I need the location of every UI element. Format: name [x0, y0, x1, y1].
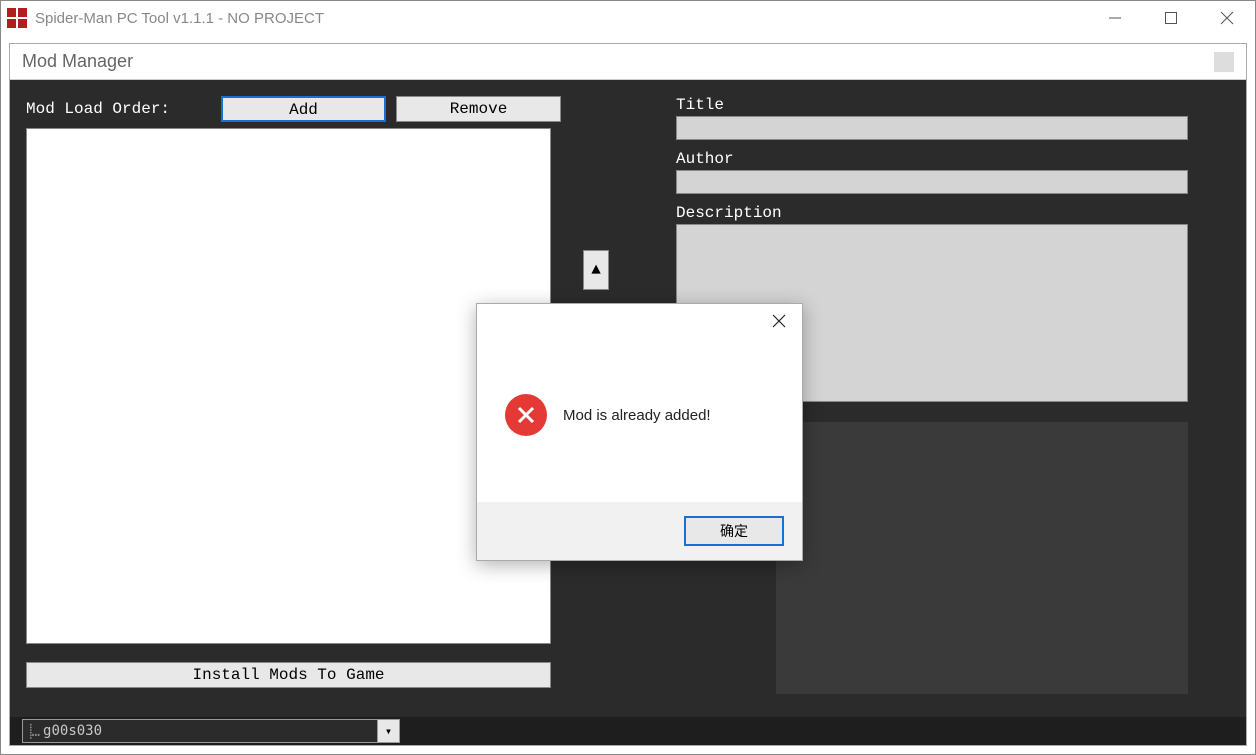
- preview-box: [776, 422, 1188, 694]
- app-icon: [7, 8, 27, 28]
- mod-list[interactable]: [26, 128, 551, 644]
- author-input[interactable]: [676, 170, 1188, 194]
- move-up-button[interactable]: ▲: [583, 250, 609, 290]
- dialog-message: Mod is already added!: [563, 407, 711, 424]
- inner-titlebar: Mod Manager: [10, 44, 1246, 80]
- dialog-close-button[interactable]: [766, 308, 792, 334]
- asset-dropdown[interactable]: ⸽… g00s030 ▾: [22, 719, 400, 743]
- tree-glyph-icon: ⸽…: [29, 722, 39, 741]
- description-label: Description: [676, 204, 1230, 222]
- titlebar: Spider-Man PC Tool v1.1.1 - NO PROJECT: [1, 1, 1255, 35]
- add-button[interactable]: Add: [221, 96, 386, 122]
- title-input[interactable]: [676, 116, 1188, 140]
- error-icon: [505, 394, 547, 436]
- dropdown-value: g00s030: [43, 723, 377, 739]
- close-button[interactable]: [1199, 1, 1255, 35]
- error-dialog: Mod is already added! 确定: [476, 303, 803, 561]
- window-title: Spider-Man PC Tool v1.1.1 - NO PROJECT: [35, 10, 1087, 27]
- author-label: Author: [676, 150, 1230, 168]
- inner-window-title: Mod Manager: [22, 51, 133, 72]
- maximize-button[interactable]: [1143, 1, 1199, 35]
- inner-close-button[interactable]: [1214, 52, 1234, 72]
- chevron-down-icon[interactable]: ▾: [377, 720, 399, 742]
- mod-load-order-label: Mod Load Order:: [26, 100, 211, 122]
- remove-button[interactable]: Remove: [396, 96, 561, 122]
- bottom-strip: ⸽… g00s030 ▾: [10, 717, 1246, 745]
- title-label: Title: [676, 96, 1230, 114]
- minimize-button[interactable]: [1087, 1, 1143, 35]
- dialog-ok-button[interactable]: 确定: [684, 516, 784, 546]
- install-button[interactable]: Install Mods To Game: [26, 662, 551, 688]
